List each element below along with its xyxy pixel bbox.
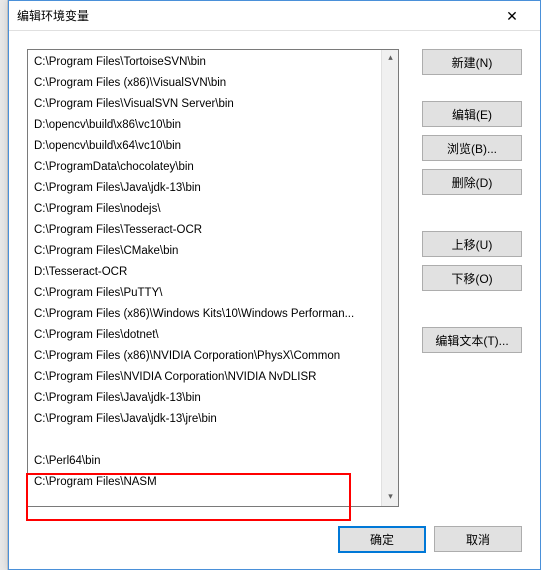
scroll-down-arrow[interactable]: ▾ [382,489,399,506]
list-item[interactable]: C:\Program Files\CMake\bin [28,241,383,262]
list-item[interactable]: D:\Tesseract-OCR [28,262,383,283]
list-item[interactable]: C:\Program Files (x86)\Windows Kits\10\W… [28,304,383,325]
list-item[interactable]: C:\Program Files\NVIDIA Corporation\NVID… [28,367,383,388]
titlebar: 编辑环境变量 ✕ [9,1,540,31]
list-item[interactable]: C:\Program Files\NASM [28,472,383,493]
list-item[interactable]: D:\opencv\build\x64\vc10\bin [28,136,383,157]
background-strip [0,0,8,570]
chevron-up-icon: ▴ [388,52,393,62]
delete-button[interactable]: 删除(D) [422,169,522,195]
list-item[interactable]: C:\Perl64\bin [28,451,383,472]
path-listbox[interactable]: C:\Program Files\TortoiseSVN\bin C:\Prog… [27,49,399,507]
list-item[interactable]: C:\ProgramData\chocolatey\bin [28,157,383,178]
list-item[interactable]: C:\Program Files\Java\jdk-13\bin [28,178,383,199]
window-title: 编辑环境变量 [17,7,89,24]
new-button[interactable]: 新建(N) [422,49,522,75]
list-item[interactable]: C:\Program Files (x86)\NVIDIA Corporatio… [28,346,383,367]
list-item[interactable]: D:\opencv\build\x86\vc10\bin [28,115,383,136]
list-item[interactable]: C:\Program Files\Java\jdk-13\jre\bin [28,409,383,430]
list-item[interactable]: C:\Program Files\TortoiseSVN\bin [28,52,383,73]
close-button[interactable]: ✕ [492,2,532,30]
side-button-panel: 新建(N) 编辑(E) 浏览(B)... 删除(D) 上移(U) 下移(O) 编… [422,49,522,361]
move-up-button[interactable]: 上移(U) [422,231,522,257]
bottom-button-panel: 确定 取消 [338,526,522,553]
chevron-down-icon: ▾ [388,491,393,501]
ok-button[interactable]: 确定 [338,526,426,553]
list-item[interactable]: C:\Program Files\dotnet\ [28,325,383,346]
list-item[interactable] [28,430,383,451]
list-item[interactable]: C:\Program Files\Tesseract-OCR [28,220,383,241]
list-item[interactable]: C:\Program Files\PuTTY\ [28,283,383,304]
scrollbar[interactable]: ▴ ▾ [381,50,398,506]
list-item[interactable]: C:\Program Files (x86)\VisualSVN\bin [28,73,383,94]
list-item[interactable]: C:\Program Files\VisualSVN Server\bin [28,94,383,115]
scroll-up-arrow[interactable]: ▴ [382,50,399,67]
edit-button[interactable]: 编辑(E) [422,101,522,127]
list-item[interactable]: C:\Program Files\nodejs\ [28,199,383,220]
dialog-window: 编辑环境变量 ✕ C:\Program Files\TortoiseSVN\bi… [8,0,541,570]
list-items-container: C:\Program Files\TortoiseSVN\bin C:\Prog… [28,50,383,495]
move-down-button[interactable]: 下移(O) [422,265,522,291]
browse-button[interactable]: 浏览(B)... [422,135,522,161]
cancel-button[interactable]: 取消 [434,526,522,552]
close-icon: ✕ [506,8,518,24]
list-item[interactable]: C:\Program Files\Java\jdk-13\bin [28,388,383,409]
edit-text-button[interactable]: 编辑文本(T)... [422,327,522,353]
dialog-content: C:\Program Files\TortoiseSVN\bin C:\Prog… [9,31,540,569]
